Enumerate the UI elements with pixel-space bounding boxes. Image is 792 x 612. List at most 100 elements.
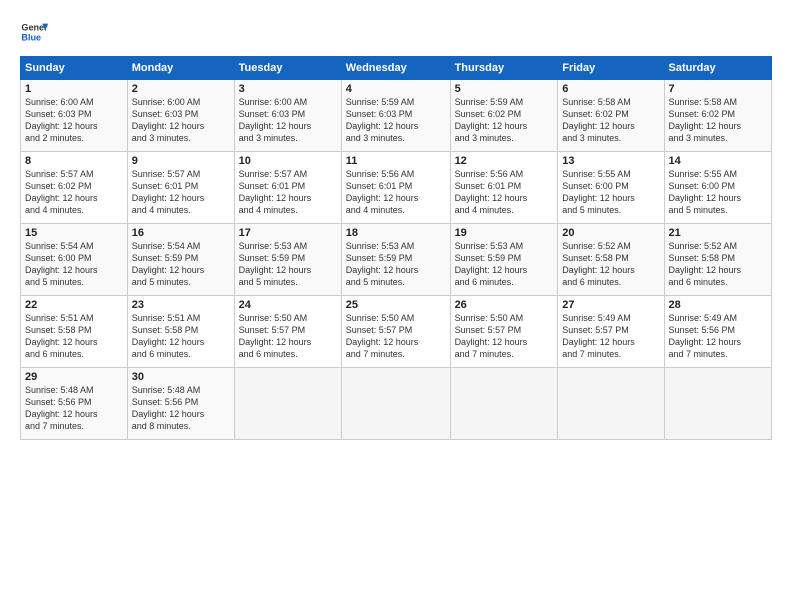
- day-detail: Sunrise: 5:49 AM Sunset: 5:57 PM Dayligh…: [562, 312, 659, 361]
- day-detail: Sunrise: 5:53 AM Sunset: 5:59 PM Dayligh…: [455, 240, 554, 289]
- day-detail: Sunrise: 5:56 AM Sunset: 6:01 PM Dayligh…: [455, 168, 554, 217]
- calendar-cell: 22 Sunrise: 5:51 AM Sunset: 5:58 PM Dayl…: [21, 296, 128, 368]
- calendar-header-friday: Friday: [558, 57, 664, 80]
- day-detail: Sunrise: 5:52 AM Sunset: 5:58 PM Dayligh…: [669, 240, 767, 289]
- day-detail: Sunrise: 6:00 AM Sunset: 6:03 PM Dayligh…: [132, 96, 230, 145]
- day-number: 9: [132, 155, 230, 167]
- day-number: 25: [346, 299, 446, 311]
- calendar-cell: 20 Sunrise: 5:52 AM Sunset: 5:58 PM Dayl…: [558, 224, 664, 296]
- day-number: 7: [669, 83, 767, 95]
- calendar-cell: 18 Sunrise: 5:53 AM Sunset: 5:59 PM Dayl…: [341, 224, 450, 296]
- page: General Blue SundayMondayTuesdayWednesda…: [0, 0, 792, 612]
- day-number: 6: [562, 83, 659, 95]
- calendar-cell: 11 Sunrise: 5:56 AM Sunset: 6:01 PM Dayl…: [341, 152, 450, 224]
- calendar-cell: 28 Sunrise: 5:49 AM Sunset: 5:56 PM Dayl…: [664, 296, 771, 368]
- day-detail: Sunrise: 5:58 AM Sunset: 6:02 PM Dayligh…: [562, 96, 659, 145]
- day-detail: Sunrise: 5:52 AM Sunset: 5:58 PM Dayligh…: [562, 240, 659, 289]
- day-detail: Sunrise: 5:59 AM Sunset: 6:03 PM Dayligh…: [346, 96, 446, 145]
- calendar-cell: 26 Sunrise: 5:50 AM Sunset: 5:57 PM Dayl…: [450, 296, 558, 368]
- day-detail: Sunrise: 5:50 AM Sunset: 5:57 PM Dayligh…: [239, 312, 337, 361]
- calendar-cell: 14 Sunrise: 5:55 AM Sunset: 6:00 PM Dayl…: [664, 152, 771, 224]
- day-number: 12: [455, 155, 554, 167]
- calendar-week-3: 15 Sunrise: 5:54 AM Sunset: 6:00 PM Dayl…: [21, 224, 772, 296]
- day-detail: Sunrise: 5:57 AM Sunset: 6:01 PM Dayligh…: [239, 168, 337, 217]
- day-number: 8: [25, 155, 123, 167]
- day-number: 14: [669, 155, 767, 167]
- day-number: 10: [239, 155, 337, 167]
- day-detail: Sunrise: 5:55 AM Sunset: 6:00 PM Dayligh…: [562, 168, 659, 217]
- calendar-cell: 7 Sunrise: 5:58 AM Sunset: 6:02 PM Dayli…: [664, 80, 771, 152]
- day-detail: Sunrise: 5:48 AM Sunset: 5:56 PM Dayligh…: [132, 384, 230, 433]
- calendar-cell: 1 Sunrise: 6:00 AM Sunset: 6:03 PM Dayli…: [21, 80, 128, 152]
- calendar-cell: [558, 368, 664, 440]
- calendar-cell: 25 Sunrise: 5:50 AM Sunset: 5:57 PM Dayl…: [341, 296, 450, 368]
- day-number: 21: [669, 227, 767, 239]
- day-number: 29: [25, 371, 123, 383]
- calendar-week-5: 29 Sunrise: 5:48 AM Sunset: 5:56 PM Dayl…: [21, 368, 772, 440]
- calendar-table: SundayMondayTuesdayWednesdayThursdayFrid…: [20, 56, 772, 440]
- calendar-cell: [664, 368, 771, 440]
- calendar-cell: 23 Sunrise: 5:51 AM Sunset: 5:58 PM Dayl…: [127, 296, 234, 368]
- day-detail: Sunrise: 5:54 AM Sunset: 6:00 PM Dayligh…: [25, 240, 123, 289]
- day-number: 28: [669, 299, 767, 311]
- day-number: 19: [455, 227, 554, 239]
- day-detail: Sunrise: 5:49 AM Sunset: 5:56 PM Dayligh…: [669, 312, 767, 361]
- calendar-header-tuesday: Tuesday: [234, 57, 341, 80]
- calendar-cell: 5 Sunrise: 5:59 AM Sunset: 6:02 PM Dayli…: [450, 80, 558, 152]
- calendar-header-monday: Monday: [127, 57, 234, 80]
- calendar-header-saturday: Saturday: [664, 57, 771, 80]
- logo-icon: General Blue: [20, 18, 48, 46]
- calendar-header-sunday: Sunday: [21, 57, 128, 80]
- calendar-cell: [234, 368, 341, 440]
- calendar-cell: 30 Sunrise: 5:48 AM Sunset: 5:56 PM Dayl…: [127, 368, 234, 440]
- day-number: 17: [239, 227, 337, 239]
- day-detail: Sunrise: 5:50 AM Sunset: 5:57 PM Dayligh…: [455, 312, 554, 361]
- day-number: 27: [562, 299, 659, 311]
- day-number: 1: [25, 83, 123, 95]
- day-number: 24: [239, 299, 337, 311]
- day-detail: Sunrise: 6:00 AM Sunset: 6:03 PM Dayligh…: [239, 96, 337, 145]
- day-detail: Sunrise: 5:50 AM Sunset: 5:57 PM Dayligh…: [346, 312, 446, 361]
- calendar-header-wednesday: Wednesday: [341, 57, 450, 80]
- day-detail: Sunrise: 5:56 AM Sunset: 6:01 PM Dayligh…: [346, 168, 446, 217]
- calendar-header-thursday: Thursday: [450, 57, 558, 80]
- calendar-cell: 19 Sunrise: 5:53 AM Sunset: 5:59 PM Dayl…: [450, 224, 558, 296]
- calendar-cell: 6 Sunrise: 5:58 AM Sunset: 6:02 PM Dayli…: [558, 80, 664, 152]
- calendar-cell: 17 Sunrise: 5:53 AM Sunset: 5:59 PM Dayl…: [234, 224, 341, 296]
- calendar-cell: 24 Sunrise: 5:50 AM Sunset: 5:57 PM Dayl…: [234, 296, 341, 368]
- svg-text:Blue: Blue: [21, 32, 41, 42]
- day-number: 16: [132, 227, 230, 239]
- day-detail: Sunrise: 5:51 AM Sunset: 5:58 PM Dayligh…: [132, 312, 230, 361]
- day-detail: Sunrise: 5:51 AM Sunset: 5:58 PM Dayligh…: [25, 312, 123, 361]
- day-detail: Sunrise: 5:57 AM Sunset: 6:01 PM Dayligh…: [132, 168, 230, 217]
- day-number: 13: [562, 155, 659, 167]
- day-detail: Sunrise: 5:54 AM Sunset: 5:59 PM Dayligh…: [132, 240, 230, 289]
- calendar-cell: 12 Sunrise: 5:56 AM Sunset: 6:01 PM Dayl…: [450, 152, 558, 224]
- calendar-cell: [450, 368, 558, 440]
- day-number: 15: [25, 227, 123, 239]
- calendar-cell: 10 Sunrise: 5:57 AM Sunset: 6:01 PM Dayl…: [234, 152, 341, 224]
- calendar-week-2: 8 Sunrise: 5:57 AM Sunset: 6:02 PM Dayli…: [21, 152, 772, 224]
- calendar-cell: 27 Sunrise: 5:49 AM Sunset: 5:57 PM Dayl…: [558, 296, 664, 368]
- calendar-body: 1 Sunrise: 6:00 AM Sunset: 6:03 PM Dayli…: [21, 80, 772, 440]
- calendar-cell: 3 Sunrise: 6:00 AM Sunset: 6:03 PM Dayli…: [234, 80, 341, 152]
- calendar-cell: 15 Sunrise: 5:54 AM Sunset: 6:00 PM Dayl…: [21, 224, 128, 296]
- day-number: 26: [455, 299, 554, 311]
- day-number: 20: [562, 227, 659, 239]
- day-number: 2: [132, 83, 230, 95]
- day-number: 4: [346, 83, 446, 95]
- day-detail: Sunrise: 5:53 AM Sunset: 5:59 PM Dayligh…: [239, 240, 337, 289]
- day-detail: Sunrise: 5:48 AM Sunset: 5:56 PM Dayligh…: [25, 384, 123, 433]
- day-number: 5: [455, 83, 554, 95]
- calendar-week-1: 1 Sunrise: 6:00 AM Sunset: 6:03 PM Dayli…: [21, 80, 772, 152]
- calendar-cell: 16 Sunrise: 5:54 AM Sunset: 5:59 PM Dayl…: [127, 224, 234, 296]
- day-detail: Sunrise: 5:59 AM Sunset: 6:02 PM Dayligh…: [455, 96, 554, 145]
- day-detail: Sunrise: 5:58 AM Sunset: 6:02 PM Dayligh…: [669, 96, 767, 145]
- calendar-header-row: SundayMondayTuesdayWednesdayThursdayFrid…: [21, 57, 772, 80]
- calendar-cell: 4 Sunrise: 5:59 AM Sunset: 6:03 PM Dayli…: [341, 80, 450, 152]
- day-number: 3: [239, 83, 337, 95]
- calendar-cell: 21 Sunrise: 5:52 AM Sunset: 5:58 PM Dayl…: [664, 224, 771, 296]
- calendar-cell: 9 Sunrise: 5:57 AM Sunset: 6:01 PM Dayli…: [127, 152, 234, 224]
- day-detail: Sunrise: 5:57 AM Sunset: 6:02 PM Dayligh…: [25, 168, 123, 217]
- day-number: 18: [346, 227, 446, 239]
